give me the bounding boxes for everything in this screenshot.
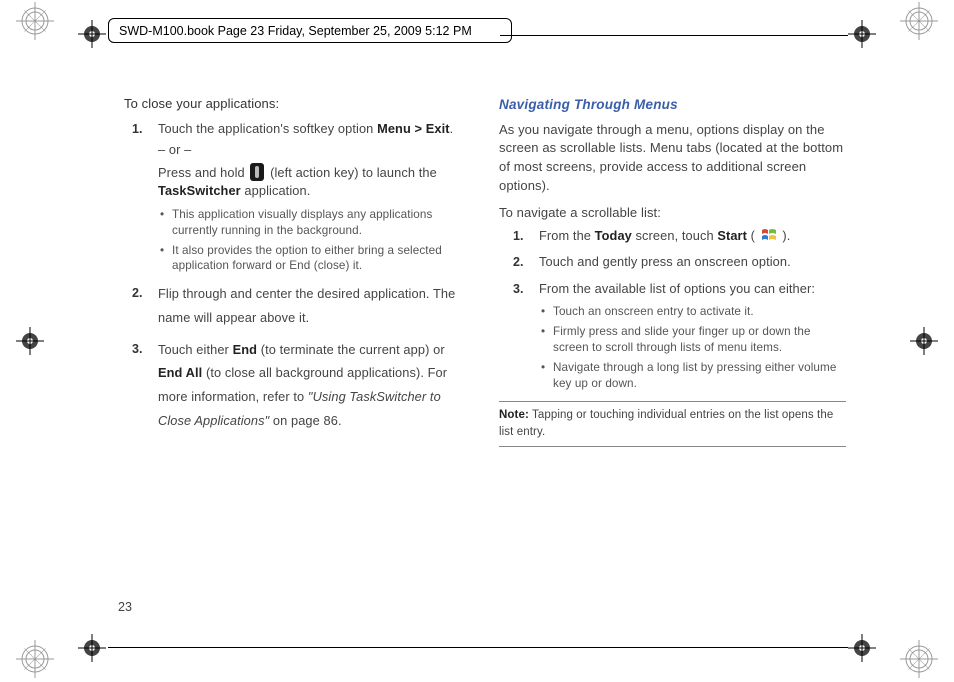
step-3: 3. Touch either End (to terminate the cu… <box>118 338 465 433</box>
page-content: To close your applications: 1. Touch the… <box>118 95 846 592</box>
right-column: Navigating Through Menus As you navigate… <box>499 95 846 592</box>
crop-mark-icon <box>848 20 876 48</box>
windows-start-icon <box>761 228 777 242</box>
step-number: 2. <box>513 253 524 271</box>
nav-step-3-opt-a: Touch an onscreen entry to activate it. <box>539 304 846 320</box>
note-block: Note: Tapping or touching individual ent… <box>499 401 846 446</box>
nav-step-1: 1. From the Today screen, touch Start ( … <box>499 227 846 246</box>
step-number: 1. <box>513 227 524 245</box>
step-1: 1. Touch the application's softkey optio… <box>118 120 465 274</box>
header-rule <box>500 35 848 36</box>
nav-para-1: As you navigate through a menu, options … <box>499 121 846 196</box>
nav-step-3-opt-b: Firmly press and slide your finger up or… <box>539 324 846 356</box>
step-1-notes: This application visually displays any a… <box>158 207 465 274</box>
crop-mark-icon <box>78 634 106 662</box>
step-1-line-a: Touch the application's softkey option M… <box>158 121 453 136</box>
page-number: 23 <box>118 598 132 616</box>
nav-para-2: To navigate a scrollable list: <box>499 204 846 223</box>
step-1-note-b: It also provides the option to either br… <box>158 243 465 275</box>
section-title: Navigating Through Menus <box>499 95 846 115</box>
step-number: 3. <box>132 338 143 361</box>
running-header: SWD-M100.book Page 23 Friday, September … <box>108 18 512 43</box>
nav-step-3-opt-c: Navigate through a long list by pressing… <box>539 360 846 392</box>
footer-rule <box>108 647 848 648</box>
step-1-line-b: Press and hold (left action key) to laun… <box>158 163 465 201</box>
action-key-icon <box>250 163 264 181</box>
step-number: 2. <box>132 282 143 305</box>
nav-step-3: 3. From the available list of options yo… <box>499 280 846 392</box>
note-text: Tapping or touching individual entries o… <box>499 409 833 438</box>
registration-mark-icon <box>16 640 54 678</box>
close-apps-intro: To close your applications: <box>124 95 465 114</box>
step-1-or: – or – <box>158 141 465 160</box>
step-number: 1. <box>132 120 143 138</box>
note-label: Note: <box>499 409 529 421</box>
step-2: 2. Flip through and center the desired a… <box>118 282 465 329</box>
crop-mark-icon <box>910 327 938 355</box>
nav-step-2: 2. Touch and gently press an onscreen op… <box>499 253 846 272</box>
step-1-note-a: This application visually displays any a… <box>158 207 465 239</box>
left-column: To close your applications: 1. Touch the… <box>118 95 465 592</box>
nav-step-3-options: Touch an onscreen entry to activate it. … <box>539 304 846 391</box>
registration-mark-icon <box>900 2 938 40</box>
crop-mark-icon <box>78 20 106 48</box>
crop-mark-icon <box>848 634 876 662</box>
registration-mark-icon <box>16 2 54 40</box>
step-number: 3. <box>513 280 524 298</box>
registration-mark-icon <box>900 640 938 678</box>
crop-mark-icon <box>16 327 44 355</box>
